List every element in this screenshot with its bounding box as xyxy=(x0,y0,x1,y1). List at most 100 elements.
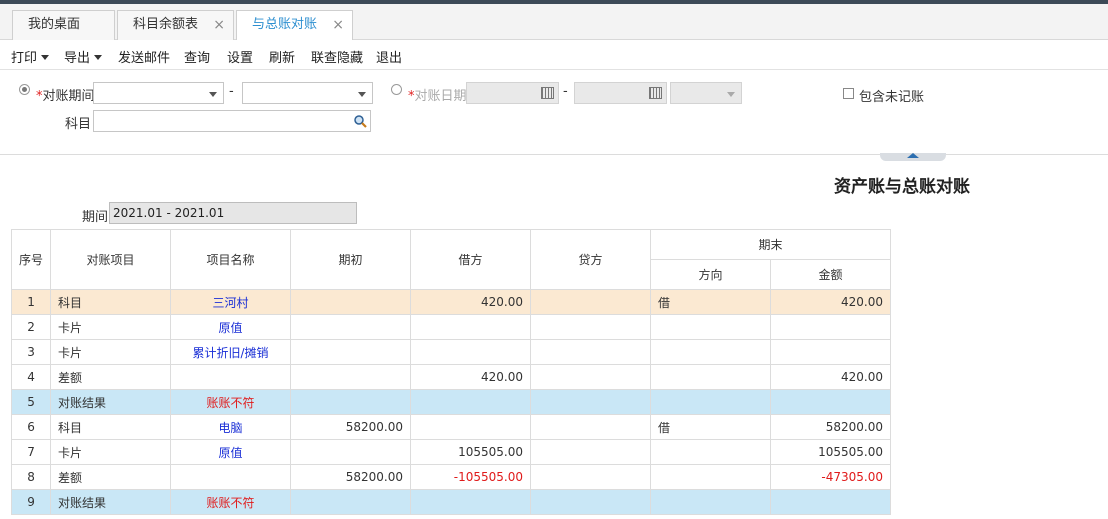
period-label-text: 对账期间 xyxy=(42,89,95,104)
cell-credit xyxy=(530,464,652,490)
cell-amount: 420.00 xyxy=(770,289,892,315)
period-display-label: 期间 xyxy=(82,210,109,225)
cell-name-link[interactable]: 三河村 xyxy=(170,289,292,315)
tab-label: 科目余额表 xyxy=(133,17,199,32)
table-row[interactable]: 8 差额 58200.00 -105505.00 -47305.00 xyxy=(10,464,892,490)
period-display-value: 2021.01 - 2021.01 xyxy=(109,202,357,224)
header-amount: 金额 xyxy=(770,259,892,290)
table-row[interactable]: 2 卡片 原值 xyxy=(10,314,892,340)
calendar-icon[interactable] xyxy=(649,87,662,99)
cell-direction: 借 xyxy=(650,414,772,440)
date-label-text: 对账日期 xyxy=(414,89,467,104)
header-item: 对账项目 xyxy=(50,229,172,290)
cell-amount xyxy=(770,339,892,365)
date-from-input[interactable] xyxy=(466,82,559,104)
tab-subject-balance[interactable]: 科目余额表 × xyxy=(117,10,234,40)
tab-reconcile-general-ledger[interactable]: 与总账对账 × xyxy=(236,10,353,41)
cell-item: 卡片 xyxy=(50,314,172,340)
cell-name xyxy=(170,464,292,490)
chevron-down-icon xyxy=(94,55,103,60)
cell-seq: 2 xyxy=(10,314,52,340)
tab-label: 与总账对账 xyxy=(252,17,318,32)
cell-credit xyxy=(530,314,652,340)
reconciliation-table: 序号 对账项目 项目名称 期初 借方 贷方 期末 方向 金额 1 科目 三河村 … xyxy=(10,229,892,515)
date-radio[interactable] xyxy=(391,84,402,95)
period-from-select[interactable] xyxy=(93,82,224,104)
filter-panel: *对账期间 - *对账日期 - 包含未记账 科目 xyxy=(0,71,1108,155)
refresh-button[interactable]: 刷新 xyxy=(269,47,295,66)
cell-direction xyxy=(650,364,772,390)
date-extra-select[interactable] xyxy=(670,82,742,104)
cell-credit xyxy=(530,364,652,390)
period-to-select[interactable] xyxy=(242,82,373,104)
cell-debit xyxy=(410,389,532,415)
tab-my-desktop[interactable]: 我的桌面 xyxy=(12,10,115,40)
hide-linked-query-button[interactable]: 联查隐藏 xyxy=(311,47,363,66)
cell-item: 差额 xyxy=(50,464,172,490)
print-button[interactable]: 打印 xyxy=(11,47,50,66)
table-row[interactable]: 3 卡片 累计折旧/摊销 xyxy=(10,339,892,365)
cell-direction xyxy=(650,464,772,490)
table-row-result[interactable]: 5 对账结果 账账不符 xyxy=(10,389,892,415)
subject-input[interactable] xyxy=(93,110,371,132)
cell-debit xyxy=(410,314,532,340)
close-icon[interactable]: × xyxy=(213,11,225,39)
period-radio[interactable] xyxy=(19,84,30,95)
print-label: 打印 xyxy=(11,51,38,66)
cell-seq: 5 xyxy=(10,389,52,415)
cell-opening xyxy=(290,339,412,365)
header-direction: 方向 xyxy=(650,259,772,290)
collapse-filter-toggle[interactable] xyxy=(880,153,946,161)
header-opening: 期初 xyxy=(290,229,412,290)
cell-credit xyxy=(530,389,652,415)
cell-name-link[interactable]: 累计折旧/摊销 xyxy=(170,339,292,365)
period-label: *对账期间 xyxy=(36,85,95,104)
cell-direction xyxy=(650,314,772,340)
settings-button[interactable]: 设置 xyxy=(227,47,253,66)
cell-debit: 420.00 xyxy=(410,364,532,390)
date-label: *对账日期 xyxy=(408,85,467,104)
cell-seq: 4 xyxy=(10,364,52,390)
cell-debit xyxy=(410,339,532,365)
toolbar: 打印 导出 发送邮件 查询 设置 刷新 联查隐藏 退出 xyxy=(0,40,1108,70)
cell-opening xyxy=(290,439,412,465)
cell-amount: 420.00 xyxy=(770,364,892,390)
cell-name-link[interactable]: 电脑 xyxy=(170,414,292,440)
exit-button[interactable]: 退出 xyxy=(376,47,402,66)
calendar-icon[interactable] xyxy=(541,87,554,99)
cell-direction: 借 xyxy=(650,289,772,315)
table-row[interactable]: 1 科目 三河村 420.00 借 420.00 xyxy=(10,289,892,315)
header-name: 项目名称 xyxy=(170,229,292,290)
table-row[interactable]: 6 科目 电脑 58200.00 借 58200.00 xyxy=(10,414,892,440)
send-mail-button[interactable]: 发送邮件 xyxy=(118,47,170,66)
chevron-down-icon xyxy=(209,92,217,97)
date-to-input[interactable] xyxy=(574,82,667,104)
cell-name xyxy=(170,364,292,390)
cell-credit xyxy=(530,414,652,440)
cell-direction xyxy=(650,489,772,515)
cell-seq: 3 xyxy=(10,339,52,365)
search-icon[interactable] xyxy=(353,114,367,128)
cell-seq: 9 xyxy=(10,489,52,515)
table-row[interactable]: 4 差额 420.00 420.00 xyxy=(10,364,892,390)
range-dash: - xyxy=(229,84,234,99)
cell-direction xyxy=(650,389,772,415)
close-icon[interactable]: × xyxy=(332,11,344,39)
cell-opening xyxy=(290,389,412,415)
cell-amount xyxy=(770,489,892,515)
cell-item: 卡片 xyxy=(50,339,172,365)
include-unposted-checkbox[interactable] xyxy=(843,88,854,99)
cell-name-link[interactable]: 原值 xyxy=(170,439,292,465)
cell-name-link[interactable]: 原值 xyxy=(170,314,292,340)
header-ending: 期末 xyxy=(650,229,892,260)
cell-seq: 6 xyxy=(10,414,52,440)
table-row-result[interactable]: 9 对账结果 账账不符 xyxy=(10,489,892,515)
table-row[interactable]: 7 卡片 原值 105505.00 105505.00 xyxy=(10,439,892,465)
cell-credit xyxy=(530,339,652,365)
cell-amount: 105505.00 xyxy=(770,439,892,465)
cell-opening: 58200.00 xyxy=(290,464,412,490)
cell-debit: 420.00 xyxy=(410,289,532,315)
query-button[interactable]: 查询 xyxy=(184,47,210,66)
chevron-down-icon xyxy=(727,92,735,97)
export-button[interactable]: 导出 xyxy=(64,47,103,66)
